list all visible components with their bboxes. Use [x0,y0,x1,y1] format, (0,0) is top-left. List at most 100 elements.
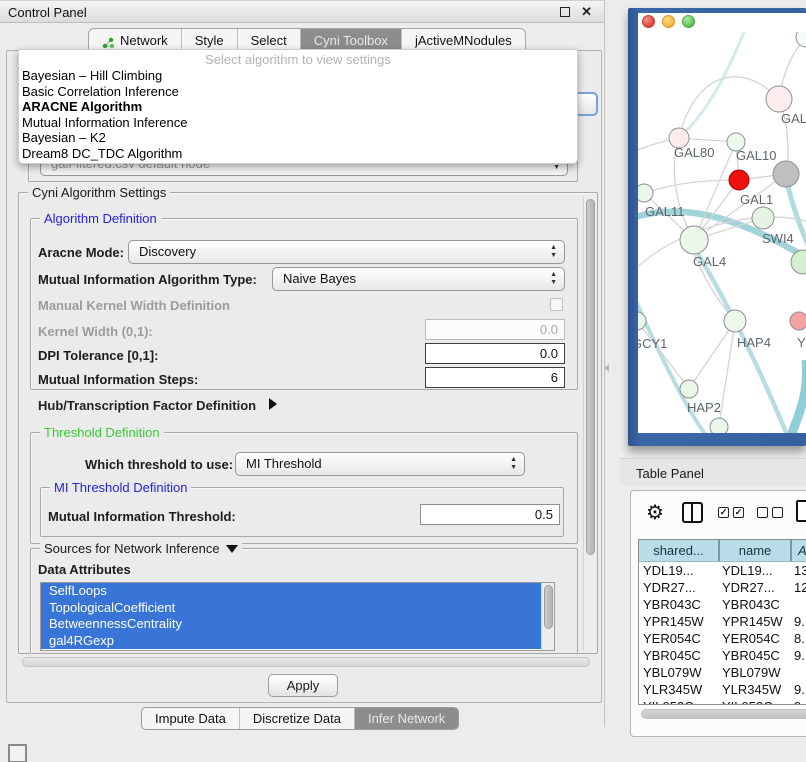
gear-icon[interactable]: ⚙ [646,500,664,525]
algorithm-option[interactable]: Bayesian – K2 [19,130,577,146]
network-node-hap4[interactable] [724,310,746,332]
algorithm-option[interactable]: Dream8 DC_TDC Algorithm [19,146,577,162]
zoom-traffic-light-icon[interactable] [682,15,695,28]
column-header[interactable]: name [718,540,790,561]
network-node[interactable] [796,32,806,47]
table-cell: 13 [790,562,806,579]
scrollbar-thumb[interactable] [586,199,595,555]
splitter-collapse-arrow[interactable] [604,364,609,372]
mi-threshold-input[interactable]: 0.5 [420,504,560,525]
network-node[interactable] [710,418,728,433]
network-node-gcy1[interactable] [638,312,646,330]
kernel-width-input[interactable]: 0.0 [425,319,565,340]
network-tab-icon [102,34,115,46]
network-node[interactable] [773,161,799,187]
algorithm-definition-title: Algorithm Definition [40,211,161,226]
table-cell: YBR043C [718,596,790,613]
network-canvas[interactable]: GALGAL80GAL10GAL1GAL11SWI4GAL4GCY1HAP4YH… [638,32,806,433]
attribute-item-selected[interactable]: SelfLoops [41,583,554,600]
tab-impute-data[interactable]: Impute Data [142,708,239,729]
table-cell [790,596,806,613]
expanded-arrow-icon [226,544,238,553]
tab-jactivemnodules[interactable]: jActiveMNodules [401,29,525,51]
network-node-label: GAL10 [736,148,776,163]
network-node-y[interactable] [790,312,806,330]
table-cell [790,664,806,681]
list-vertical-scrollbar[interactable] [541,583,554,651]
attribute-item-selected[interactable]: gal4RGexp [41,633,554,650]
table-cell: 9. [790,681,806,698]
table-row[interactable]: YDL19...YDL19...13 [639,562,806,579]
table-cell: YPR145W [639,613,718,630]
network-node-label: GAL [781,111,806,126]
table-horizontal-scrollbar[interactable] [639,709,806,720]
tab-cyni-toolbox[interactable]: Cyni Toolbox [300,29,401,51]
mi-steps-input[interactable]: 6 [425,367,565,388]
unchecked-checkbox-icon[interactable] [757,507,768,518]
table-cell: 8. [790,630,806,647]
table-panel-title: Table Panel [636,466,704,481]
scrollbar-thumb[interactable] [641,709,806,719]
function-builder-icon[interactable] [796,500,806,522]
table-row[interactable]: YLR345WYLR345W9. [639,681,806,698]
which-threshold-combo[interactable]: MI Threshold ▲▼ [235,452,525,476]
float-window-icon[interactable] [560,7,570,17]
algorithm-option[interactable]: Basic Correlation Inference [19,84,577,100]
table-row[interactable]: YBR045CYBR045C9. [639,647,806,664]
manual-kernel-checkbox[interactable] [550,298,563,311]
column-header[interactable]: A [790,540,806,561]
table-cell: 9. [790,647,806,664]
algorithm-option[interactable]: Bayesian – Hill Climbing [19,68,577,84]
settings-vertical-scrollbar[interactable] [583,196,597,650]
table-panel-titlebar[interactable]: Table Panel [620,458,806,486]
apply-button[interactable]: Apply [268,674,338,697]
sources-group-title-row[interactable]: Sources for Network Inference [40,541,242,556]
tab-select[interactable]: Select [237,29,300,51]
sources-group-title: Sources for Network Inference [44,541,220,556]
mi-type-combo[interactable]: Naive Bayes ▲▼ [272,267,565,291]
control-panel-titlebar[interactable]: Control Panel ✕ [0,0,604,23]
columns-icon[interactable] [682,502,703,523]
algorithm-option[interactable]: Mutual Information Inference [19,115,577,131]
table-row[interactable]: YBR043CYBR043C [639,596,806,613]
control-panel-tabs: Network Style Select Cyni Toolbox jActiv… [88,28,526,51]
network-node-swi4[interactable] [752,207,774,229]
tab-infer-network[interactable]: Infer Network [354,708,458,729]
minimize-traffic-light-icon[interactable] [662,15,675,28]
attribute-item-selected[interactable]: BetweennessCentrality [41,616,554,633]
tab-style[interactable]: Style [181,29,237,51]
network-node-hap2[interactable] [680,380,698,398]
checked-checkbox-icon[interactable]: ✓ [718,507,729,518]
threshold-definition-title: Threshold Definition [40,425,164,440]
checked-checkbox-icon[interactable]: ✓ [733,507,744,518]
close-traffic-light-icon[interactable] [642,15,655,28]
table-cell: YER054C [639,630,718,647]
tab-network[interactable]: Network [89,29,181,51]
minimized-panel-icon[interactable] [8,744,27,762]
table-row[interactable]: YPR145WYPR145W9. [639,613,806,630]
network-node-gal4[interactable] [680,226,708,254]
unchecked-checkbox-icon[interactable] [772,507,783,518]
aracne-mode-combo[interactable]: Discovery ▲▼ [128,240,565,264]
hub-definition-toggle[interactable]: Hub/Transcription Factor Definition [38,398,277,413]
network-node-label: GAL1 [740,192,773,207]
tab-discretize-data[interactable]: Discretize Data [239,708,354,729]
data-attributes-list[interactable]: SelfLoops TopologicalCoefficient Between… [40,582,555,651]
network-node-gal[interactable] [766,86,792,112]
network-nodes[interactable]: GALGAL80GAL10GAL1GAL11SWI4GAL4GCY1HAP4YH… [638,32,806,433]
attribute-item-selected[interactable]: TopologicalCoefficient [41,600,554,617]
settings-horizontal-scrollbar[interactable] [22,657,590,667]
table-row[interactable]: YBL079WYBL079W [639,664,806,681]
table-row[interactable]: YIL052CYIL052C9. [639,698,806,705]
network-node-gal1[interactable] [729,170,749,190]
network-view-window[interactable]: GALGAL80GAL10GAL1GAL11SWI4GAL4GCY1HAP4YH… [628,8,806,446]
close-icon[interactable]: ✕ [581,4,592,20]
scrollbar-thumb[interactable] [544,585,553,629]
network-node-gal11[interactable] [638,184,653,202]
dpi-tolerance-input[interactable]: 0.0 [425,343,565,364]
table-cell: YBR045C [718,647,790,664]
table-row[interactable]: YDR27...YDR27...12 [639,579,806,596]
column-header[interactable]: shared... [639,540,718,561]
algorithm-option-selected[interactable]: ARACNE Algorithm [19,99,577,115]
table-row[interactable]: YER054CYER054C8. [639,630,806,647]
